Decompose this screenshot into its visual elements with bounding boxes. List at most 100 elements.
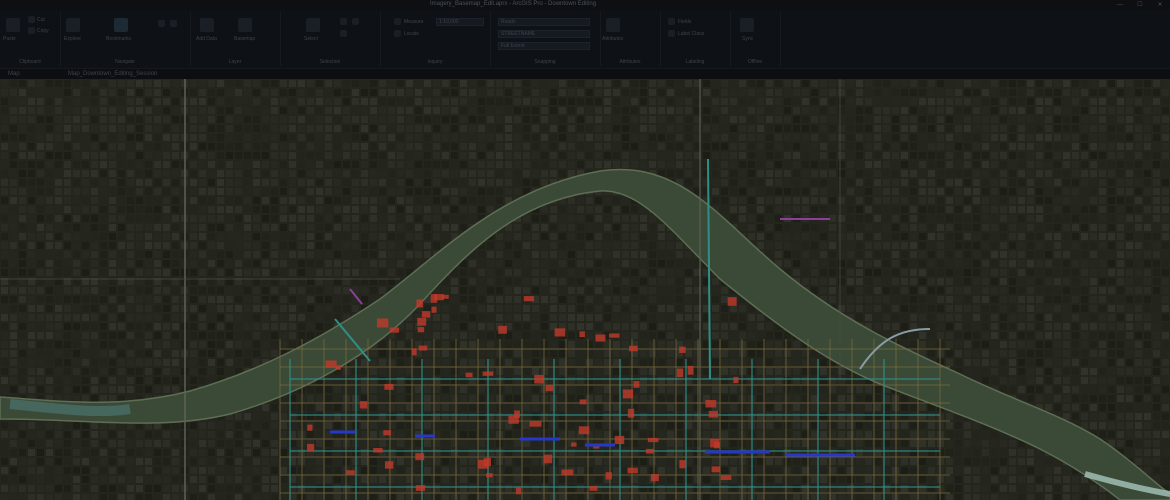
block-tile (37, 188, 44, 195)
block-tile (199, 80, 206, 87)
fields-icon[interactable] (668, 18, 675, 25)
block-tile (622, 350, 629, 357)
block-tile (370, 224, 377, 231)
block-tile (649, 386, 656, 393)
block-tile (109, 323, 116, 330)
block-tile (703, 494, 710, 500)
field-dropdown[interactable]: STREETNAME (498, 30, 590, 38)
attributes-label: Attributes (602, 36, 624, 42)
block-tile (514, 233, 521, 240)
select-by-location-icon[interactable] (352, 18, 359, 25)
zoom-out-icon[interactable] (170, 20, 177, 27)
block-tile (82, 233, 89, 240)
map-view[interactable] (0, 79, 1170, 500)
title-bar: Imagery_Basemap_Edit.aprx - ArcGIS Pro -… (0, 0, 1170, 10)
maximize-button[interactable]: ☐ (1130, 0, 1150, 10)
block-tile (208, 323, 215, 330)
locate-icon[interactable] (394, 30, 401, 37)
block-tile (460, 449, 467, 456)
block-tile (37, 332, 44, 339)
block-tile (325, 152, 332, 159)
block-tile (793, 206, 800, 213)
block-tile (550, 215, 557, 222)
block-tile (910, 152, 917, 159)
block-tile (811, 404, 818, 411)
block-tile (748, 188, 755, 195)
block-tile (757, 350, 764, 357)
block-tile (415, 359, 422, 366)
block-tile (640, 224, 647, 231)
block-tile (262, 341, 269, 348)
block-tile (379, 494, 386, 500)
block-tile (559, 485, 566, 492)
block-tile (388, 89, 395, 96)
map-tab[interactable]: Map_Downtown_Editing_Session (68, 71, 157, 77)
select-icon[interactable] (306, 18, 320, 32)
close-button[interactable]: ✕ (1150, 0, 1170, 10)
block-tile (145, 368, 152, 375)
block-tile (271, 431, 278, 438)
block-tile (595, 494, 602, 500)
block-tile (127, 377, 134, 384)
block-tile (586, 341, 593, 348)
minimize-button[interactable]: — (1110, 0, 1130, 10)
clear-selection-icon[interactable] (340, 30, 347, 37)
cut-icon[interactable] (28, 16, 35, 23)
measure-label: Measure (404, 19, 424, 25)
block-tile (514, 458, 521, 465)
block-tile (757, 161, 764, 168)
block-tile (712, 89, 719, 96)
block-tile (316, 287, 323, 294)
block-tile (208, 494, 215, 500)
block-tile (415, 251, 422, 258)
attributes-icon[interactable] (606, 18, 620, 32)
block-tile (298, 332, 305, 339)
block-tile (766, 332, 773, 339)
block-tile (226, 485, 233, 492)
add-data-icon[interactable] (200, 18, 214, 32)
block-tile (703, 476, 710, 483)
scale-field[interactable]: 1:10,000 (436, 18, 484, 26)
block-tile (397, 251, 404, 258)
bookmarks-icon[interactable] (114, 18, 128, 32)
block-tile (910, 215, 917, 222)
block-tile (730, 80, 737, 87)
block-tile (649, 161, 656, 168)
sync-icon[interactable] (740, 18, 754, 32)
block-tile (892, 98, 899, 105)
block-tile (658, 422, 665, 429)
block-tile (127, 251, 134, 258)
block-tile (154, 206, 161, 213)
block-tile (460, 143, 467, 150)
copy-icon[interactable] (28, 27, 35, 34)
block-tile (280, 287, 287, 294)
block-tile (478, 350, 485, 357)
block-tile (172, 287, 179, 294)
block-tile (145, 314, 152, 321)
block-tile (757, 233, 764, 240)
select-by-attributes-icon[interactable] (340, 18, 347, 25)
block-tile (190, 494, 197, 500)
block-tile (766, 224, 773, 231)
measure-icon[interactable] (394, 18, 401, 25)
zoom-in-icon[interactable] (158, 20, 165, 27)
block-tile (397, 485, 404, 492)
block-tile (1, 287, 8, 294)
map-canvas[interactable] (0, 79, 1170, 500)
block-tile (190, 224, 197, 231)
extent-dropdown[interactable]: Full Extent (498, 42, 590, 50)
block-tile (829, 197, 836, 204)
basemap-icon[interactable] (238, 18, 252, 32)
block-tile (226, 188, 233, 195)
block-tile (163, 350, 170, 357)
block-tile (10, 350, 17, 357)
block-tile (937, 332, 944, 339)
block-tile (190, 368, 197, 375)
paste-icon[interactable] (6, 18, 20, 32)
block-tile (901, 215, 908, 222)
explore-icon[interactable] (66, 18, 80, 32)
block-tile (622, 377, 629, 384)
block-tile (937, 269, 944, 276)
layer-dropdown[interactable]: Roads (498, 18, 590, 26)
label-class-icon[interactable] (668, 30, 675, 37)
